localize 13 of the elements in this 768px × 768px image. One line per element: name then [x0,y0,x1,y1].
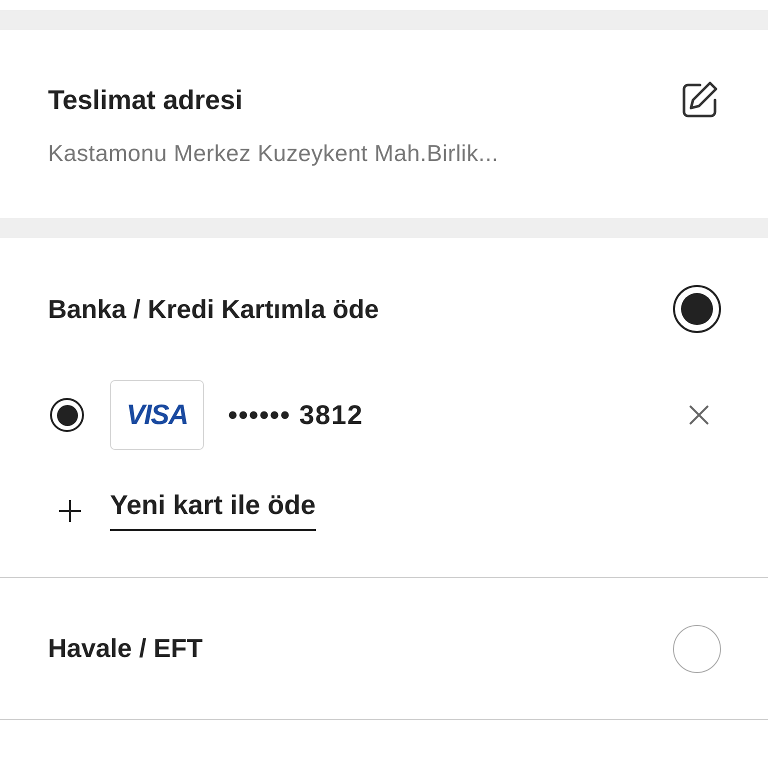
radio-button[interactable] [673,285,721,333]
section-title: Teslimat adresi [48,84,243,116]
close-icon[interactable] [688,404,710,426]
card-number: •••••• 3812 [228,400,364,430]
card-brand-logo: VISA [110,380,204,450]
add-card-link[interactable]: Yeni kart ile öde [110,490,316,531]
payment-option-title: Havale / EFT [48,633,203,664]
plus-icon[interactable] [58,498,82,522]
address-text: Kastamonu Merkez Kuzeykent Mah.Birlik... [48,140,500,167]
radio-button[interactable] [673,624,721,672]
payment-option-title: Banka / Kredi Kartımla öde [48,294,379,324]
edit-icon[interactable] [680,80,720,120]
radio-button[interactable] [50,398,84,432]
